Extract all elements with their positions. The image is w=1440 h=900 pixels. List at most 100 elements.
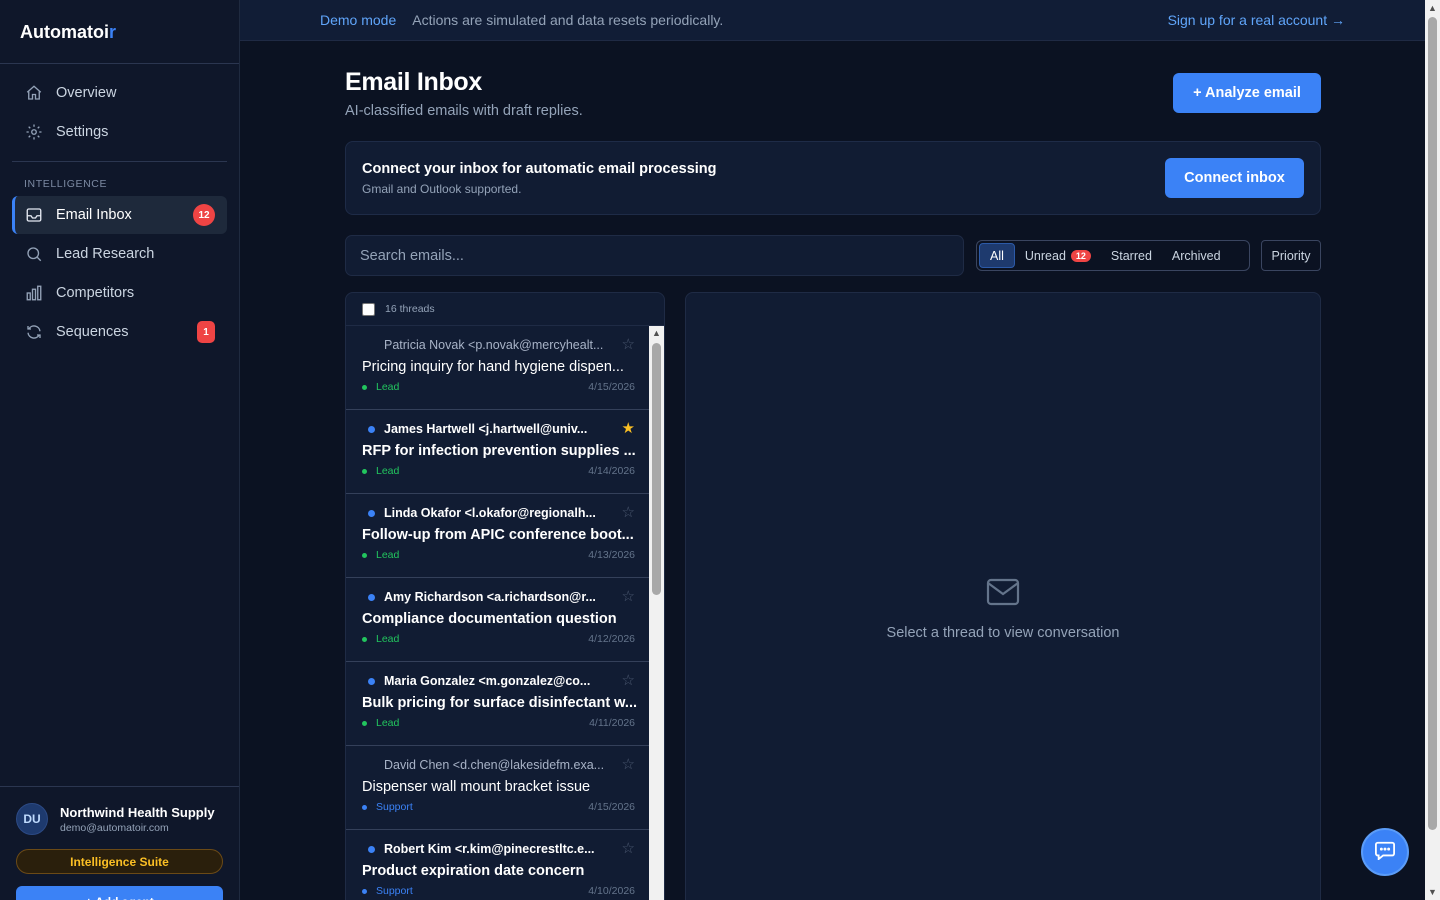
star-icon[interactable]: ☆: [622, 839, 635, 857]
sidebar-item-label: Competitors: [56, 285, 135, 301]
thread-list-header: 16 threads: [346, 293, 664, 326]
thread-sender: Robert Kim <r.kim@pinecrestltc.e...: [362, 841, 635, 857]
sender-text: James Hartwell <j.hartwell@univ...: [384, 422, 588, 436]
thread-date: 4/11/2026: [589, 717, 635, 729]
sidebar-item-label: Overview: [56, 85, 117, 101]
page-subtitle: AI-classified emails with draft replies.: [345, 103, 583, 119]
thread-list-panel: 16 threads Patricia Novak <p.novak@mercy…: [345, 292, 665, 900]
star-icon[interactable]: ☆: [622, 335, 635, 353]
thread-date: 4/12/2026: [588, 633, 635, 645]
connect-inbox-card: Connect your inbox for automatic email p…: [345, 141, 1321, 215]
thread-sender: Amy Richardson <a.richardson@r...: [362, 589, 635, 605]
connect-subtitle: Gmail and Outlook supported.: [362, 182, 522, 196]
thread-list-scrollbar[interactable]: ▲: [649, 326, 664, 900]
analyze-email-button[interactable]: + Analyze email: [1173, 73, 1321, 113]
star-icon[interactable]: ★: [622, 419, 635, 437]
sidebar-item-email-inbox[interactable]: Email Inbox 12: [12, 196, 227, 234]
tag-dot: [362, 384, 367, 390]
star-icon[interactable]: ☆: [622, 503, 635, 521]
page-title: Email Inbox: [345, 68, 483, 96]
star-icon[interactable]: ☆: [622, 587, 635, 605]
tab-unread[interactable]: Unread 12: [1015, 243, 1101, 268]
thread-list: Patricia Novak <p.novak@mercyhealt... ☆ Pr…: [346, 326, 651, 900]
chat-button[interactable]: [1361, 828, 1409, 876]
sidebar-section-label: INTELLIGENCE: [24, 178, 108, 190]
star-icon[interactable]: ☆: [622, 755, 635, 773]
unread-dot: [368, 509, 375, 517]
account-email: demo@automatoir.com: [60, 821, 169, 834]
thread-item[interactable]: Robert Kim <r.kim@pinecrestltc.e... ☆ Prod…: [346, 830, 651, 900]
thread-subject: Compliance documentation question: [362, 611, 617, 627]
demo-mode-label: Demo mode: [320, 12, 397, 28]
sidebar-item-sequences[interactable]: Sequences 1: [12, 313, 227, 351]
thread-meta: Support 4/15/2026: [362, 801, 635, 813]
sidebar-divider: [12, 161, 227, 162]
tab-all[interactable]: All: [979, 243, 1015, 268]
sidebar-item-label: Email Inbox: [56, 207, 132, 223]
account-info[interactable]: DU Northwind Health Supply demo@automato…: [16, 803, 223, 835]
sidebar-item-lead-research[interactable]: Lead Research: [12, 235, 227, 273]
sidebar-nav-top: Overview Settings: [0, 64, 239, 151]
search-input[interactable]: [345, 235, 964, 276]
sidebar: Automatoir Overview Settings INTELLIGENC…: [0, 0, 240, 900]
sidebar-item-label: Settings: [56, 124, 109, 140]
thread-item[interactable]: Amy Richardson <a.richardson@r... ☆ Compli…: [346, 578, 651, 662]
scrollbar-thumb[interactable]: [1428, 17, 1437, 830]
tag-dot: [362, 804, 367, 810]
thread-item[interactable]: Linda Okafor <l.okafor@regionalh... ☆ Foll…: [346, 494, 651, 578]
thread-date: 4/14/2026: [588, 465, 635, 477]
unread-count-badge: 12: [1070, 249, 1091, 262]
chat-icon: [1374, 840, 1396, 865]
home-icon: [24, 83, 44, 103]
tab-label: All: [990, 248, 1004, 263]
tab-archived[interactable]: Archived: [1162, 243, 1231, 268]
unread-dot: [368, 845, 375, 853]
scroll-up-arrow[interactable]: ▲: [652, 328, 661, 338]
thread-item[interactable]: Maria Gonzalez <m.gonzalez@co... ☆ Bulk pr…: [346, 662, 651, 746]
scroll-down-arrow[interactable]: ▼: [1428, 887, 1437, 897]
priority-button[interactable]: Priority: [1261, 240, 1321, 271]
tab-label: Archived: [1171, 248, 1221, 263]
tag-dot: [362, 888, 367, 894]
thread-subject: Follow-up from APIC conference boot...: [362, 527, 634, 543]
signup-link[interactable]: Sign up for a real account →: [1168, 12, 1345, 28]
tag-dot: [362, 552, 367, 558]
inbox-icon: [24, 205, 44, 225]
page-scrollbar[interactable]: ▲ ▼: [1425, 0, 1440, 900]
select-all-checkbox[interactable]: [362, 302, 375, 316]
thread-sender: Maria Gonzalez <m.gonzalez@co...: [362, 673, 635, 689]
thread-meta: Lead 4/12/2026: [362, 633, 635, 645]
sidebar-item-settings[interactable]: Settings: [12, 113, 227, 151]
thread-subject: Dispenser wall mount bracket issue: [362, 779, 591, 795]
sender-text: Robert Kim <r.kim@pinecrestltc.e...: [384, 842, 595, 856]
unread-dot: [368, 425, 375, 433]
sidebar-nav-intelligence: Email Inbox 12 Lead Research Competitors…: [0, 196, 239, 351]
star-icon[interactable]: ☆: [622, 671, 635, 689]
sender-text: Linda Okafor <l.okafor@regionalh...: [384, 506, 596, 520]
scroll-up-arrow[interactable]: ▲: [1428, 3, 1437, 13]
add-agent-button[interactable]: + Add agent: [16, 886, 223, 900]
thread-item[interactable]: Patricia Novak <p.novak@mercyhealt... ☆ Pr…: [346, 326, 651, 410]
sender-text: Amy Richardson <a.richardson@r...: [384, 590, 596, 604]
sidebar-item-overview[interactable]: Overview: [12, 74, 227, 112]
sidebar-item-competitors[interactable]: Competitors: [12, 274, 227, 312]
sequences-badge: 1: [197, 321, 215, 343]
tab-label: Starred: [1110, 248, 1152, 263]
thread-subject: Bulk pricing for surface disinfectant w.…: [362, 695, 637, 711]
sender-text: Maria Gonzalez <m.gonzalez@co...: [384, 674, 591, 688]
thread-sender: James Hartwell <j.hartwell@univ...: [362, 421, 635, 437]
filter-tabs: All Unread 12 Starred Archived: [976, 240, 1250, 271]
connect-inbox-button[interactable]: Connect inbox: [1165, 158, 1304, 198]
connect-title: Connect your inbox for automatic email p…: [362, 161, 717, 177]
demo-message: Actions are simulated and data resets pe…: [412, 12, 724, 28]
plan-badge[interactable]: Intelligence Suite: [16, 849, 223, 874]
thread-sender: Linda Okafor <l.okafor@regionalh...: [362, 505, 635, 521]
scrollbar-thumb[interactable]: [652, 343, 661, 595]
thread-tag: Lead: [376, 381, 400, 393]
thread-sender: David Chen <d.chen@lakesidefm.exa...: [362, 757, 635, 773]
brand-logo[interactable]: Automatoir: [0, 0, 239, 64]
tab-starred[interactable]: Starred: [1101, 243, 1162, 268]
thread-item[interactable]: David Chen <d.chen@lakesidefm.exa... ☆ Dis…: [346, 746, 651, 830]
thread-item[interactable]: James Hartwell <j.hartwell@univ... ★ RFP f…: [346, 410, 651, 494]
tag-dot: [362, 636, 367, 642]
